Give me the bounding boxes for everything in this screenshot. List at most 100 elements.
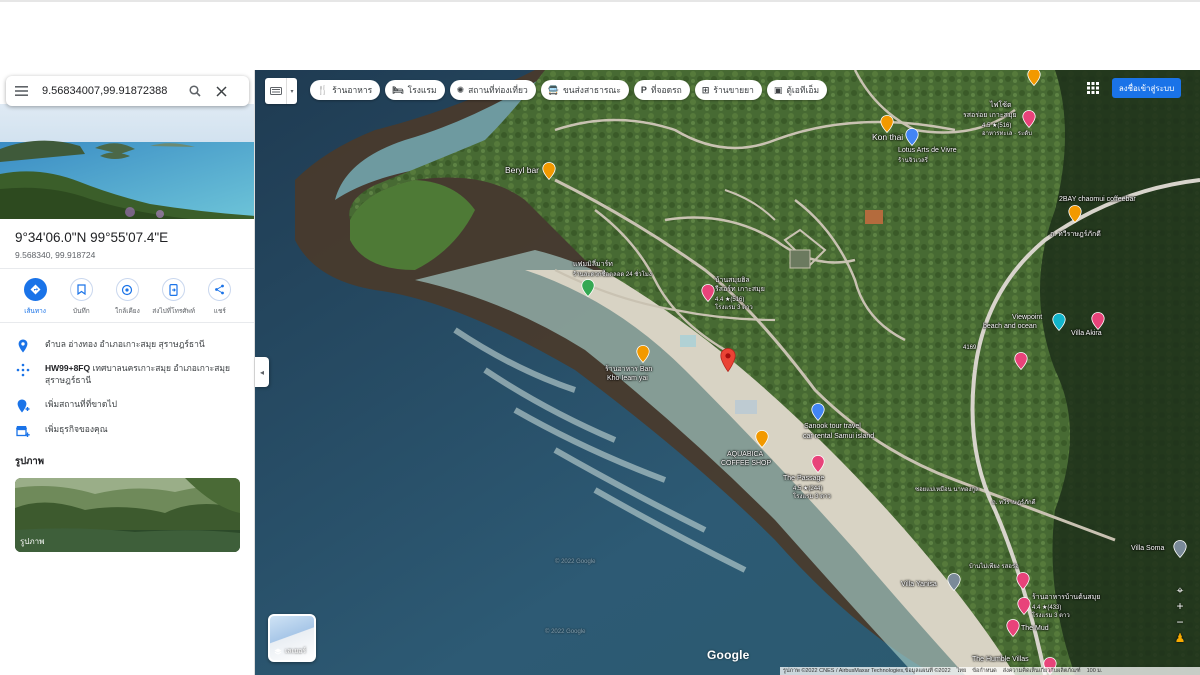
- map-type-toggle[interactable]: ▾: [265, 78, 297, 104]
- menu-button[interactable]: [6, 76, 36, 106]
- chip-hotels[interactable]: 🛏 โรงแรม: [385, 80, 445, 100]
- place-label[interactable]: The Passage: [783, 474, 824, 484]
- place-label[interactable]: Sanook tour travel: [804, 422, 861, 432]
- photo-thumbnail[interactable]: รูปภาพ: [15, 478, 240, 552]
- close-button[interactable]: [208, 76, 234, 106]
- cafe-pin-icon[interactable]: [755, 430, 769, 448]
- place-label[interactable]: รีสอร์ท เกาะสมุย: [715, 285, 765, 295]
- language-link[interactable]: ไทย: [957, 667, 967, 675]
- hotel-pin-icon[interactable]: [1016, 572, 1030, 590]
- divider: [0, 322, 254, 323]
- pharmacy-icon: ⊞: [701, 84, 710, 95]
- address-row[interactable]: ตำบล อ่างทอง อำเภอเกาะสมุย สุราษฎร์ธานี: [15, 338, 235, 354]
- hotel-icon: 🛏: [392, 84, 404, 95]
- place-sublabel: อาหารทะเล · ระดับ: [982, 131, 1032, 137]
- share-button[interactable]: แชร์: [200, 278, 240, 318]
- restaurant-pin-icon[interactable]: [880, 115, 894, 133]
- hotel-pin-icon[interactable]: [1014, 352, 1028, 370]
- apps-grid-icon[interactable]: [1086, 81, 1100, 95]
- hotel-pin-icon[interactable]: [1017, 597, 1031, 615]
- lodging-pin-icon[interactable]: [947, 573, 961, 591]
- place-label[interactable]: 2BAY chaomui coffeebar: [1059, 195, 1136, 205]
- nearby-button[interactable]: ใกล้เคียง: [107, 278, 147, 318]
- chip-restaurants[interactable]: 🍴 ร้านอาหาร: [310, 80, 381, 100]
- zoom-out-button[interactable]: −: [1176, 616, 1183, 628]
- dropped-pin-icon[interactable]: [720, 348, 736, 372]
- museum-pin-icon[interactable]: [905, 128, 919, 146]
- scale-label[interactable]: 100 ม.: [1087, 667, 1103, 675]
- layers-icon: [274, 648, 282, 655]
- search-button[interactable]: [182, 76, 208, 106]
- add-business-icon: [16, 425, 30, 437]
- travel-agency-pin-icon[interactable]: [811, 403, 825, 421]
- send-to-phone-icon: [169, 283, 178, 296]
- hotel-pin-icon[interactable]: [1091, 312, 1105, 330]
- parking-icon: P: [640, 85, 647, 95]
- place-label[interactable]: Villa Akira: [1071, 329, 1102, 339]
- place-label[interactable]: Lotus Arts de Vivre: [898, 146, 957, 156]
- chip-transit[interactable]: 🚍 ขนส่งสาธารณะ: [540, 80, 629, 100]
- place-label[interactable]: Villa Soma: [1131, 544, 1164, 554]
- layers-button[interactable]: เลเยอร์: [268, 614, 316, 662]
- road-label: 4169: [963, 345, 977, 351]
- place-hero-image[interactable]: [0, 104, 254, 219]
- photo-caption: รูปภาพ: [20, 537, 45, 546]
- place-label[interactable]: Villa Yanisa: [901, 580, 937, 590]
- my-location-icon[interactable]: ⌖: [1177, 584, 1184, 596]
- chip-atms[interactable]: ▣ ตู้เอทีเอ็ม: [766, 80, 828, 100]
- place-label[interactable]: รสอร่อย เกาะสมุย: [963, 111, 1017, 121]
- zoom-in-button[interactable]: +: [1176, 600, 1183, 612]
- imagery-watermark: © 2022 Google: [545, 629, 586, 635]
- send-to-phone-button[interactable]: ส่งไปที่โทรศัพท์: [152, 278, 195, 318]
- chip-pharmacies[interactable]: ⊞ ร้านขายยา: [694, 80, 762, 100]
- restaurant-pin-icon[interactable]: [636, 345, 650, 363]
- place-label[interactable]: Kho Ieam yai: [607, 374, 648, 384]
- pluscode-row[interactable]: HW99+8FQ เทศบาลนครเกาะสมุย อำเภอเกาะสมุย…: [15, 362, 235, 386]
- cafe-pin-icon[interactable]: [1068, 205, 1082, 223]
- shopping-pin-icon[interactable]: [581, 279, 595, 297]
- add-business-row[interactable]: เพิ่มธุรกิจของคุณ: [15, 423, 235, 439]
- add-missing-place-row[interactable]: เพิ่มสถานที่ที่ขาดไป: [15, 398, 235, 414]
- imagery-watermark: © 2022 Google: [555, 559, 596, 565]
- place-label[interactable]: COFFEE SHOP: [721, 459, 771, 469]
- place-label[interactable]: ร้านอาหารบ้านต้นสมุย: [1032, 593, 1100, 603]
- search-box[interactable]: [6, 76, 249, 106]
- dropdown-arrow-icon: ▾: [290, 88, 294, 95]
- chip-attractions[interactable]: ✺ สถานที่ท่องเที่ยว: [449, 80, 536, 100]
- place-label[interactable]: beach and ocean: [983, 322, 1037, 332]
- place-label[interactable]: Kon thai: [872, 132, 903, 142]
- chip-parking[interactable]: P ที่จอดรถ: [633, 80, 690, 100]
- hamburger-icon: [14, 86, 28, 96]
- restaurant-pin-icon[interactable]: [1027, 70, 1041, 86]
- hotel-pin-icon[interactable]: [1006, 619, 1020, 637]
- address-text: ตำบล อ่างทอง อำเภอเกาะสมุย สุราษฎร์ธานี: [45, 339, 205, 349]
- hotel-pin-icon[interactable]: [811, 455, 825, 473]
- viewpoint-pin-icon[interactable]: [1052, 313, 1066, 331]
- save-button[interactable]: บันทึก: [61, 278, 101, 318]
- terms-link[interactable]: ข้อกำหนด: [972, 667, 996, 675]
- directions-button[interactable]: เส้นทาง: [15, 278, 55, 318]
- coords-decimal: 9.568340, 99.918724: [15, 250, 96, 260]
- bar-pin-icon[interactable]: [542, 162, 556, 180]
- place-label[interactable]: บ้านไม่เพียง รสอร่อ: [969, 562, 1019, 572]
- sign-in-button[interactable]: ลงชื่อเข้าสู่ระบบ: [1112, 78, 1181, 98]
- search-input[interactable]: [42, 85, 182, 97]
- place-label[interactable]: The Humble Villas: [972, 655, 1029, 665]
- layers-label: เลเยอร์: [285, 648, 307, 655]
- seafood-pin-icon[interactable]: [1022, 110, 1036, 128]
- hotel-pin-icon[interactable]: [701, 284, 715, 302]
- pegman-icon[interactable]: ♟: [1175, 632, 1186, 644]
- place-label[interactable]: แฟมมิลี่มาร์ท: [573, 260, 613, 270]
- place-label[interactable]: Beryl bar: [505, 165, 539, 175]
- share-icon: [215, 284, 225, 295]
- search-icon: [189, 85, 201, 97]
- lodging-pin-icon[interactable]: [1173, 540, 1187, 558]
- collapse-panel-button[interactable]: ◂: [255, 357, 269, 387]
- place-label[interactable]: ไฟโซ้ต: [990, 101, 1012, 111]
- place-label[interactable]: car rental Samui island: [803, 432, 874, 442]
- nearby-icon: [122, 284, 133, 295]
- place-label[interactable]: The Mud: [1021, 624, 1049, 634]
- feedback-link[interactable]: ส่งความคิดเห็นเกี่ยวกับผลิตภัณฑ์: [1003, 667, 1081, 675]
- directions-icon: [30, 284, 41, 295]
- map-canvas[interactable]: ▾ 🍴 ร้านอาหาร 🛏 โรงแรม ✺ สถานที่ท่องเที่ยว …: [255, 70, 1200, 675]
